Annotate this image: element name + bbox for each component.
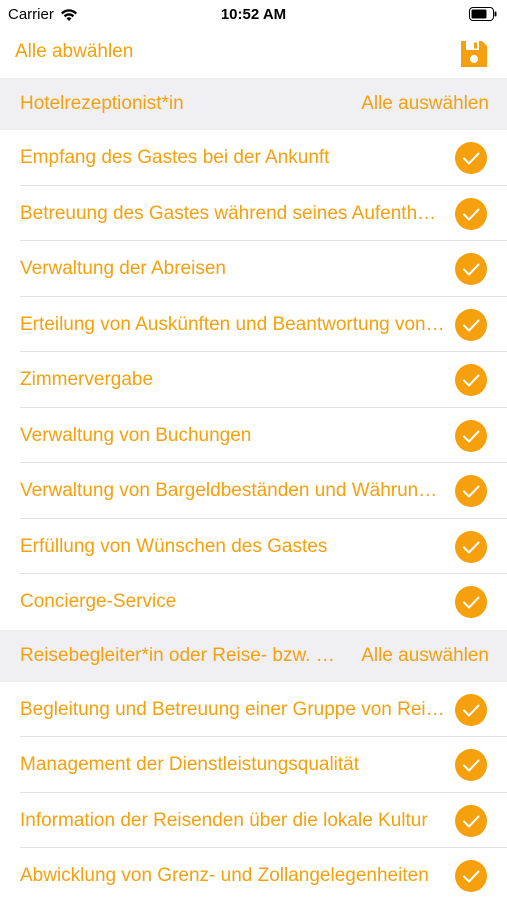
checkmark-icon[interactable] — [455, 693, 487, 726]
list-item-label: Erfüllung von Wünschen des Gastes — [20, 535, 328, 557]
section-title: Reisebegleiter*in oder Reise- bzw. Gäste… — [20, 644, 340, 666]
list-item-label: Verwaltung von Buchungen — [20, 424, 252, 446]
section-header: Hotelrezeptionist*in Alle auswählen — [0, 78, 507, 130]
list-item-label: Information der Reisenden über die lokal… — [20, 809, 428, 831]
checkmark-icon[interactable] — [455, 804, 487, 837]
list-item[interactable]: Abwicklung von Grenz- und Zollangelegenh… — [0, 848, 507, 904]
checkmark-icon[interactable] — [455, 364, 487, 396]
list-item[interactable]: Zimmervergabe — [0, 352, 507, 408]
checkmark-icon[interactable] — [455, 253, 487, 285]
list-item[interactable]: Verwaltung der Abreisen — [0, 241, 507, 297]
checkmark-icon[interactable] — [455, 749, 487, 781]
list-item-label: Concierge-Service — [20, 591, 177, 612]
list-item-label: Verwaltung der Abreisen — [20, 258, 226, 279]
navigation-bar: Alle abwählen — [0, 30, 507, 78]
checkmark-icon[interactable] — [455, 419, 487, 452]
list-item-label: Empfang des Gastes bei der Ankunft — [20, 147, 330, 168]
list-item[interactable]: Begleitung und Betreuung einer Gruppe vo… — [0, 682, 507, 738]
list-item-label: Abwicklung von Grenz- und Zollangelegenh… — [20, 865, 429, 886]
select-all-button[interactable]: Alle auswählen — [361, 93, 489, 115]
status-bar: Carrier 10:52 AM — [0, 0, 507, 30]
checkmark-icon[interactable] — [455, 142, 487, 174]
deselect-all-button[interactable]: Alle abwählen — [15, 41, 133, 63]
list-item[interactable]: Verwaltung von Buchungen — [0, 408, 507, 464]
list-item[interactable]: Information der Reisenden über die lokal… — [0, 793, 507, 849]
select-all-button[interactable]: Alle auswählen — [361, 645, 489, 667]
clock: 10:52 AM — [220, 6, 287, 23]
task-list: Hotelrezeptionist*in Alle auswählen Empfan… — [0, 78, 507, 904]
list-item-label: Management der Dienstleistungsqualität — [20, 754, 360, 775]
checkmark-icon[interactable] — [455, 308, 487, 341]
list-item[interactable]: Empfang des Gastes bei der Ankunft — [0, 130, 507, 186]
section-header: Reisebegleiter*in oder Reise- bzw. Gäste… — [0, 629, 507, 682]
checkmark-icon[interactable] — [455, 860, 487, 892]
list-item[interactable]: Betreuung des Gastes während seines Aufe… — [0, 186, 507, 242]
checkmark-icon[interactable] — [455, 197, 487, 230]
checkmark-icon[interactable] — [455, 530, 487, 563]
list-item[interactable]: Management der Dienstleistungsqualität — [0, 737, 507, 793]
list-item-label: Zimmervergabe — [20, 369, 154, 390]
list-item-label: Begleitung und Betreuung einer Gruppe vo… — [20, 698, 446, 720]
list-item-label: Erteilung von Auskünften und Beantwortun… — [20, 313, 446, 335]
list-item-label: Betreuung des Gastes während seines Aufe… — [20, 202, 446, 224]
list-item[interactable]: Concierge-Service — [0, 574, 507, 630]
list-item-label: Verwaltung von Bargeldbeständen und Währ… — [20, 480, 446, 501]
list-item[interactable]: Erteilung von Auskünften und Beantwortun… — [0, 297, 507, 353]
list-item[interactable]: Erfüllung von Wünschen des Gastes — [0, 519, 507, 575]
checkmark-icon[interactable] — [455, 475, 487, 507]
battery-icon — [469, 7, 497, 26]
checkmark-icon[interactable] — [455, 586, 487, 618]
section-title: Hotelrezeptionist*in — [20, 93, 184, 114]
save-icon[interactable] — [458, 38, 490, 70]
list-item[interactable]: Verwaltung von Bargeldbeständen und Währ… — [0, 463, 507, 519]
